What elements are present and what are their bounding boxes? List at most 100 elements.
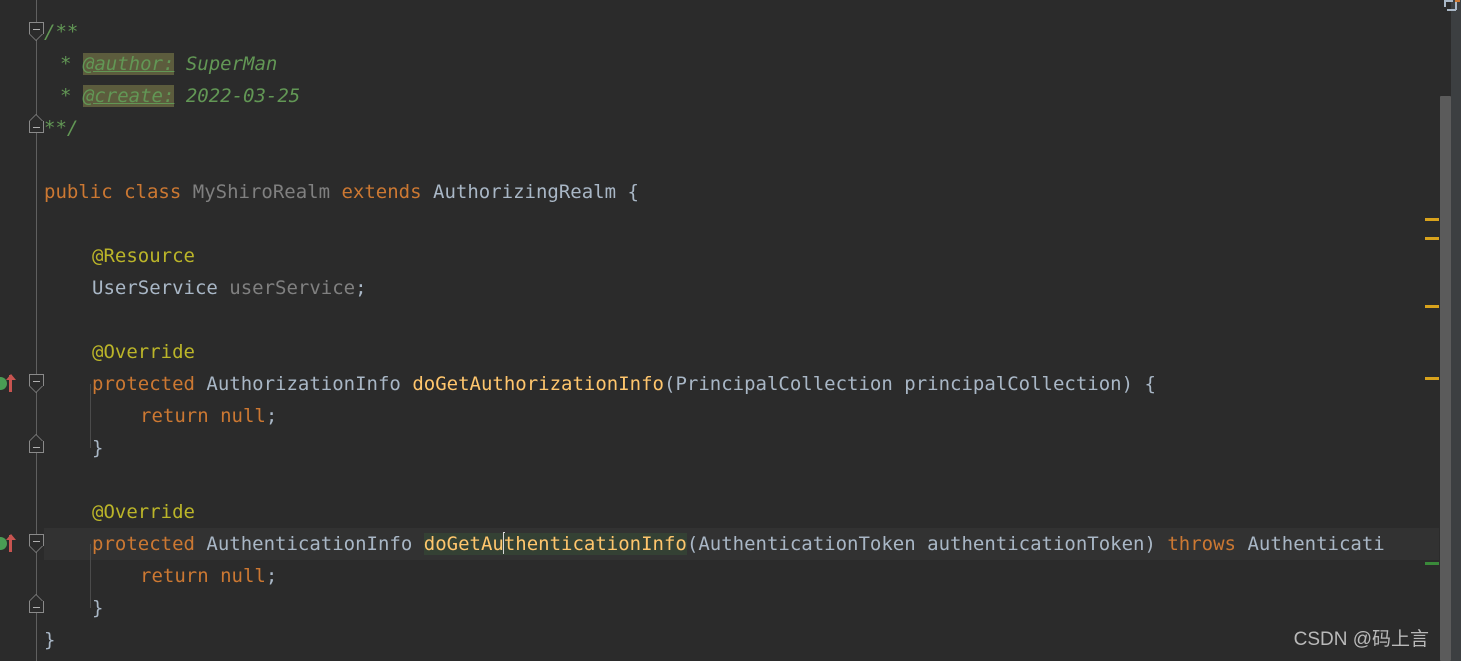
- code-line[interactable]: protected AuthenticationInfo doGetAuthen…: [92, 528, 1385, 560]
- code-token: protected: [92, 533, 195, 555]
- code-token: **/: [44, 117, 79, 139]
- fold-javadoc-start-icon[interactable]: [29, 22, 44, 41]
- override-marker-do-get-authorization-info-icon[interactable]: [0, 373, 20, 395]
- editor-gutter[interactable]: [0, 0, 44, 661]
- indent-guide: [90, 384, 91, 448]
- code-line[interactable]: **/: [44, 112, 78, 144]
- code-token: (: [664, 373, 676, 395]
- code-line[interactable]: }: [92, 592, 103, 624]
- fold-tip: [29, 434, 43, 441]
- code-line[interactable]: UserService userService;: [92, 272, 367, 304]
- fold-tip: [29, 34, 43, 41]
- code-token: AuthorizationInfo: [206, 373, 401, 395]
- code-line[interactable]: * @create: 2022-03-25: [60, 80, 300, 112]
- code-token: @Override: [92, 501, 195, 523]
- code-line[interactable]: public class MyShiroRealm extends Author…: [44, 176, 639, 208]
- code-token: }: [92, 437, 104, 459]
- code-line[interactable]: }: [92, 432, 103, 464]
- code-token: ;: [265, 405, 278, 427]
- overriding-method-arrow-icon: [5, 534, 16, 552]
- fold-tip: [29, 594, 43, 601]
- code-token: AuthenticationInfo: [206, 533, 413, 555]
- code-token: AuthenticationToken: [698, 533, 916, 555]
- code-token: }: [44, 629, 56, 651]
- code-token: public: [44, 181, 113, 203]
- code-token: extends: [341, 181, 422, 203]
- fold-javadoc-end-icon[interactable]: [29, 114, 44, 133]
- code-token: @Resource: [92, 245, 195, 267]
- fold-tip: [29, 386, 43, 393]
- code-line[interactable]: return null;: [140, 560, 277, 592]
- code-token: *: [60, 85, 83, 107]
- code-token-highlighted: doGetAu: [423, 533, 504, 555]
- ok-marker-stripe[interactable]: [1425, 562, 1439, 565]
- override-marker-do-get-authentication-info-icon[interactable]: [0, 533, 20, 555]
- warning-marker-stripe[interactable]: [1425, 237, 1439, 240]
- code-token: ;: [265, 565, 278, 587]
- code-token: SuperMan: [174, 53, 278, 75]
- code-line[interactable]: @Resource: [92, 240, 195, 272]
- code-token: Authenticati: [1247, 533, 1385, 555]
- inspection-widget-icon[interactable]: [1444, 0, 1460, 13]
- code-line[interactable]: return null;: [140, 400, 277, 432]
- code-token: throws: [1167, 533, 1236, 555]
- code-token: UserService: [92, 277, 218, 299]
- indent-guide: [90, 544, 91, 608]
- warning-marker-stripe[interactable]: [1425, 377, 1439, 380]
- code-token: @create:: [82, 85, 175, 107]
- code-token: ;: [355, 277, 367, 299]
- code-text-area[interactable]: /** * @author: SuperMan * @create: 2022-03…: [44, 0, 1461, 661]
- fold-method-authorization-start-icon[interactable]: [29, 374, 44, 393]
- code-token: @author:: [82, 53, 175, 75]
- code-token: ) {: [1121, 373, 1156, 395]
- overriding-method-arrow-icon: [5, 374, 16, 392]
- code-line[interactable]: * @author: SuperMan: [60, 48, 277, 80]
- code-token: AuthorizingRealm: [433, 181, 617, 203]
- csdn-watermark: CSDN @码上言: [1293, 629, 1429, 650]
- code-token: protected: [92, 373, 195, 395]
- code-token: *: [60, 53, 83, 75]
- code-line[interactable]: }: [44, 624, 55, 656]
- vertical-scrollbar-thumb[interactable]: [1440, 96, 1451, 661]
- fold-tip: [29, 546, 43, 553]
- fold-method-authorization-end-icon[interactable]: [29, 434, 44, 453]
- code-line[interactable]: @Override: [92, 496, 195, 528]
- code-token: {: [616, 181, 639, 203]
- warning-marker-stripe[interactable]: [1425, 305, 1439, 308]
- code-token: return: [140, 565, 209, 587]
- code-token: class: [124, 181, 182, 203]
- code-line[interactable]: @Override: [92, 336, 195, 368]
- code-editor-window: /** * @author: SuperMan * @create: 2022-03…: [0, 0, 1461, 661]
- fold-method-authentication-start-icon[interactable]: [29, 534, 44, 553]
- code-token: /**: [44, 21, 79, 43]
- fold-method-authentication-end-icon[interactable]: [29, 594, 44, 613]
- code-token: MyShiroRealm: [192, 181, 331, 203]
- code-line[interactable]: protected AuthorizationInfo doGetAuthori…: [92, 368, 1156, 400]
- code-token: doGetAuthorizationInfo: [412, 373, 664, 395]
- code-token: @Override: [92, 341, 195, 363]
- code-token-highlighted: thenticationInfo: [503, 533, 687, 555]
- code-line[interactable]: /**: [44, 16, 78, 48]
- code-token: null: [220, 405, 266, 427]
- code-token: return: [140, 405, 209, 427]
- code-token: authenticationToken: [927, 533, 1145, 555]
- code-token: (: [686, 533, 699, 555]
- code-token: null: [220, 565, 266, 587]
- code-token: principalCollection: [904, 373, 1122, 395]
- warning-marker-stripe[interactable]: [1425, 218, 1439, 221]
- code-token: PrincipalCollection: [675, 373, 893, 395]
- fold-tip: [29, 114, 43, 121]
